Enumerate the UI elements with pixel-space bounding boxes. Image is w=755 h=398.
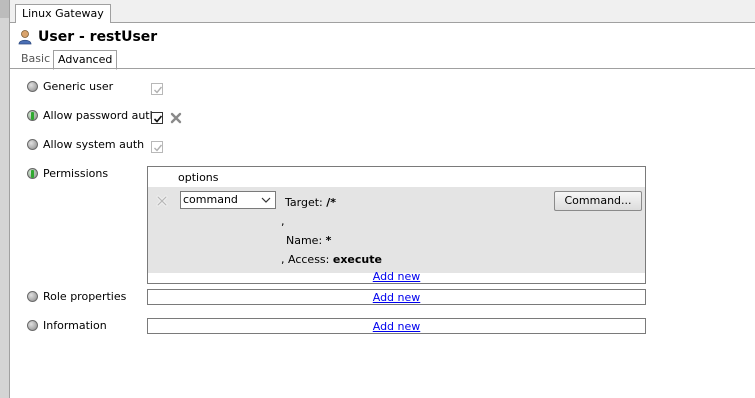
field-label-information: Information: [43, 319, 107, 332]
status-bullet-icon: [27, 168, 38, 179]
access-label: , Access: execute: [281, 253, 382, 266]
tab-advanced[interactable]: Advanced: [53, 50, 118, 70]
role-properties-add-new-link[interactable]: Add new: [148, 291, 645, 304]
target-label: Target: /*: [285, 196, 336, 209]
generic-user-checkbox[interactable]: [151, 83, 163, 95]
permissions-panel: options command Target: /* , Name: * , A…: [147, 166, 646, 284]
page-header: User - restUser: [17, 27, 157, 47]
field-label-role-properties: Role properties: [43, 290, 127, 303]
status-bullet-icon: [27, 110, 38, 121]
allow-password-auth-checkbox[interactable]: [151, 112, 163, 124]
page-title: User - restUser: [38, 29, 158, 45]
field-label-permissions: Permissions: [43, 167, 109, 180]
access-value: execute: [332, 253, 382, 266]
field-label-generic-user: Generic user: [43, 80, 114, 93]
status-bullet-icon: [27, 291, 38, 302]
status-bullet-icon: [27, 139, 38, 150]
options-header: options: [178, 171, 219, 184]
field-generic-user: Generic user: [27, 80, 113, 93]
checkbox-icon: [154, 144, 163, 152]
tab-divider: [10, 68, 755, 69]
name-label-text: Name:: [286, 234, 323, 247]
window-tab-linux-gateway[interactable]: Linux Gateway: [15, 4, 111, 23]
delete-x-icon[interactable]: [169, 111, 183, 125]
field-label-allow-system-auth: Allow system auth: [43, 138, 145, 151]
permissions-add-new-link[interactable]: Add new: [148, 270, 645, 283]
field-role-properties: Role properties: [27, 290, 126, 303]
information-panel: Add new: [147, 318, 646, 334]
allow-system-auth-checkbox[interactable]: [151, 141, 163, 153]
checkbox-icon: [154, 86, 163, 94]
information-add-new-link[interactable]: Add new: [148, 320, 645, 333]
checkbox-icon: [153, 115, 163, 123]
name-label: Name: *: [286, 234, 331, 247]
left-strip-selected: [0, 0, 9, 18]
role-properties-panel: Add new: [147, 289, 646, 305]
field-label-allow-password-auth: Allow password auth: [43, 109, 157, 122]
tab-basic[interactable]: Basic: [17, 50, 54, 68]
chevron-down-icon: [261, 197, 271, 203]
delete-x-icon[interactable]: [155, 194, 169, 208]
window-tabbar: [10, 0, 755, 23]
left-strip: [0, 0, 10, 398]
permission-row: command Target: /* , Name: * , Access: e…: [148, 187, 645, 273]
permission-type-value: command: [183, 193, 238, 206]
command-button[interactable]: Command...: [554, 191, 642, 211]
permission-type-select[interactable]: command: [180, 191, 276, 209]
target-value: /*: [326, 196, 337, 209]
separator-comma: ,: [281, 215, 285, 228]
field-allow-system-auth: Allow system auth: [27, 138, 144, 151]
field-allow-password-auth: Allow password auth: [27, 109, 157, 122]
status-bullet-icon: [27, 81, 38, 92]
access-label-text: , Access:: [281, 253, 330, 266]
status-bullet-icon: [27, 320, 38, 331]
name-value: *: [325, 234, 332, 247]
target-label-text: Target:: [285, 196, 323, 209]
field-permissions: Permissions: [27, 167, 108, 180]
field-information: Information: [27, 319, 107, 332]
user-icon: [18, 30, 32, 45]
